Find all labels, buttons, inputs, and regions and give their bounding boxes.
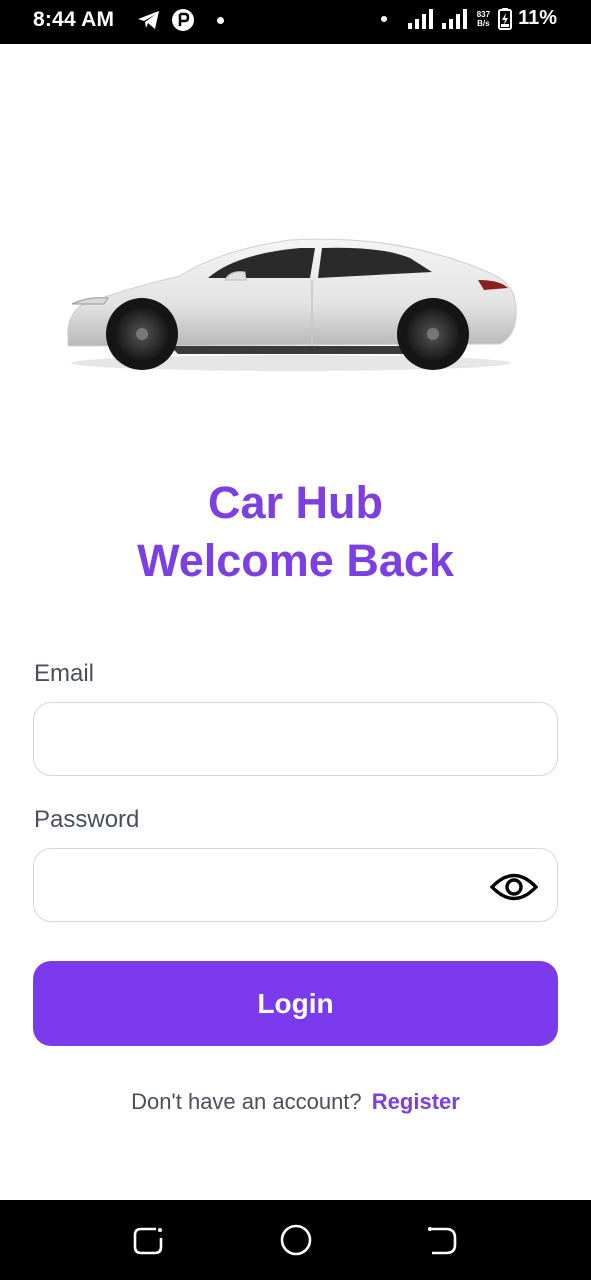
register-link[interactable]: Register: [372, 1089, 460, 1114]
email-field[interactable]: [33, 702, 558, 776]
recent-apps-button[interactable]: [128, 1220, 168, 1260]
status-time: 8:44 AM: [33, 8, 115, 31]
dot-icon: [380, 15, 387, 22]
eye-icon: [490, 873, 538, 901]
signal-icon: [407, 8, 433, 29]
home-icon: [280, 1224, 312, 1256]
show-password-button[interactable]: [489, 869, 539, 905]
network-speed-value: 837: [476, 9, 491, 19]
dot-icon: [217, 16, 224, 24]
page-title: Car Hub Welcome Back: [0, 474, 591, 590]
network-speed-unit: B/s: [477, 18, 490, 28]
telegram-icon: [138, 11, 159, 29]
app-notification-icon: [172, 9, 194, 31]
recent-apps-icon: [133, 1227, 163, 1255]
battery-icon: [498, 7, 513, 30]
app-name: Car Hub: [207, 477, 383, 528]
navigation-bar: [0, 1200, 591, 1280]
home-button[interactable]: [276, 1220, 316, 1260]
signal-icon: [441, 8, 467, 29]
email-label: Email: [34, 660, 95, 687]
password-field[interactable]: [33, 848, 558, 922]
back-icon: [428, 1227, 457, 1255]
status-left-icons: [137, 8, 224, 32]
login-button[interactable]: Login: [33, 961, 558, 1046]
status-right: 837 B/s 11%: [380, 7, 557, 30]
status-bar: 8:44 AM 837 B/s 11%: [0, 0, 591, 44]
welcome-text: Welcome Back: [137, 535, 454, 586]
car-image: [60, 228, 522, 378]
password-label: Password: [34, 806, 140, 833]
back-button[interactable]: [422, 1220, 462, 1260]
register-prompt: Don't have an account?: [131, 1089, 362, 1114]
login-screen: 8:44 AM 837 B/s 11% Car Hub Welcome Back…: [0, 0, 591, 1280]
network-speed: 837 B/s: [477, 10, 490, 28]
register-row: Don't have an account? Register: [0, 1089, 591, 1115]
battery-percent: 11%: [518, 7, 557, 29]
